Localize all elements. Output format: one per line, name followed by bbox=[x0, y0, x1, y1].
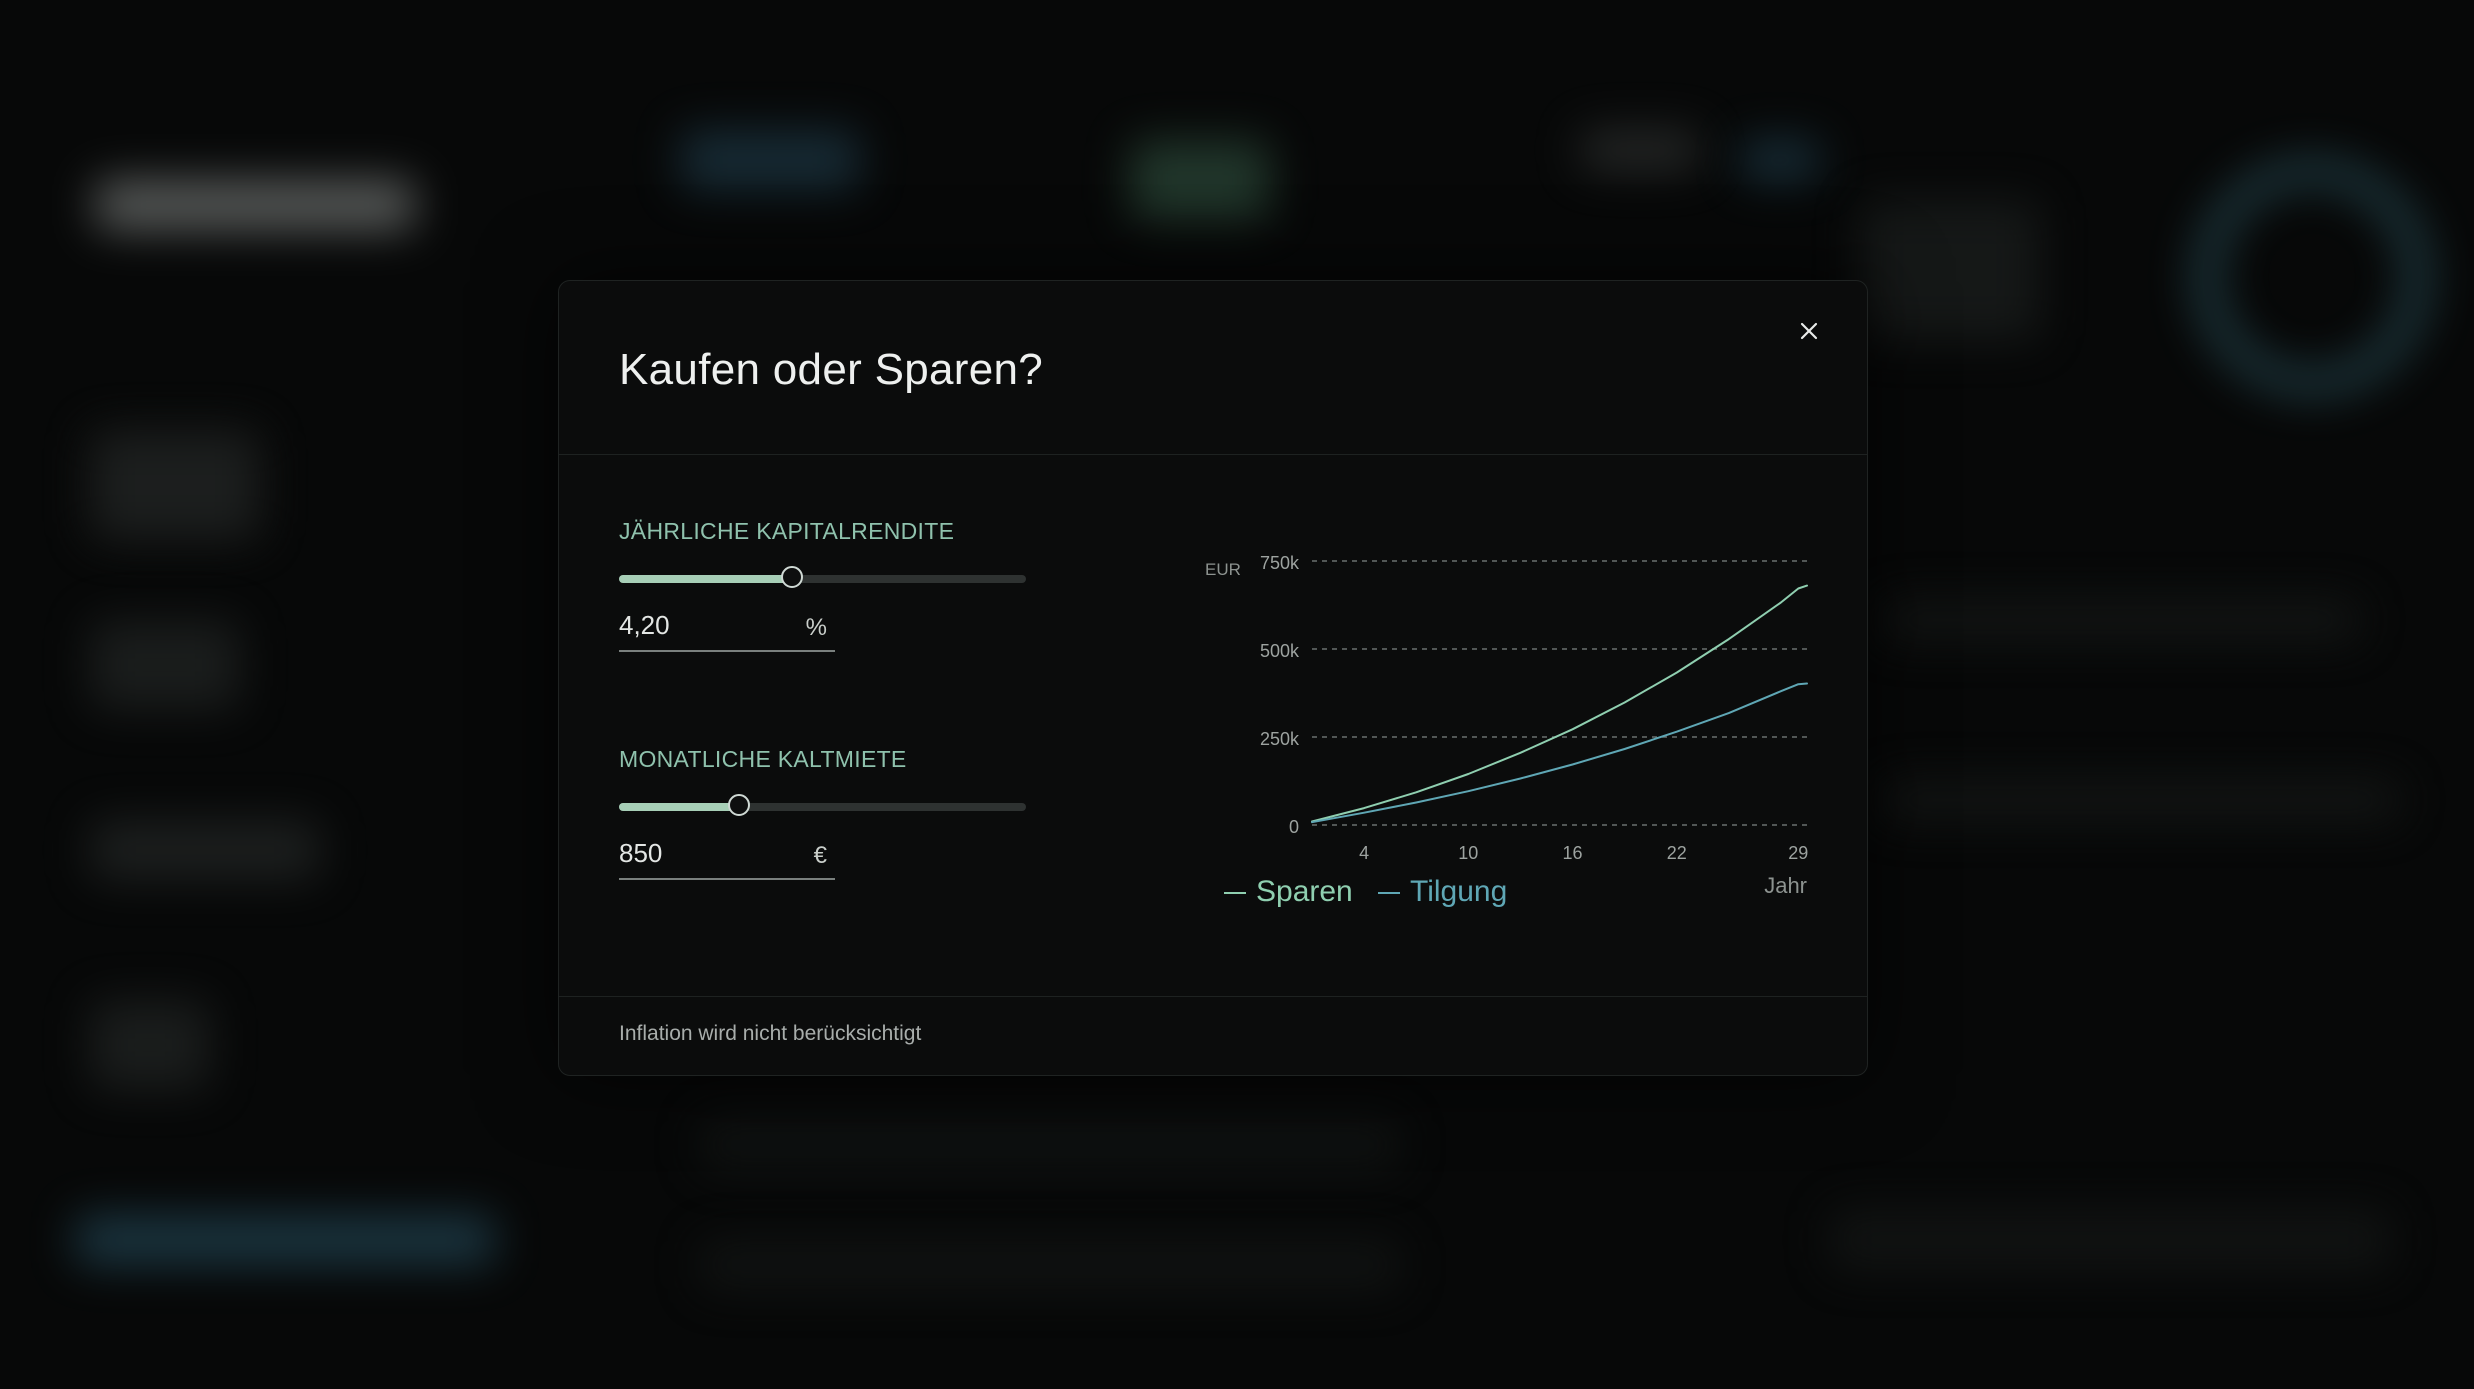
background-card bbox=[680, 130, 860, 190]
background-row bbox=[700, 1240, 1400, 1290]
x-tick-label: 22 bbox=[1667, 843, 1687, 863]
buy-or-save-dialog: Kaufen oder Sparen? JÄHRLICHE KAPITALREN… bbox=[558, 280, 1868, 1076]
legend-label-sparen: Sparen bbox=[1256, 875, 1353, 908]
x-tick-label: 4 bbox=[1359, 843, 1369, 863]
background-card bbox=[1740, 140, 1820, 180]
savings-chart: 0 250k 500k 750k EUR 4 10 16 22 29 Jahr Sparen Tilgu… bbox=[1205, 553, 1808, 908]
background-card bbox=[1130, 140, 1270, 220]
x-tick-label: 10 bbox=[1458, 843, 1478, 863]
inflation-note: Inflation wird nicht berücksichtigt bbox=[619, 1022, 922, 1045]
series-line-sparen bbox=[1311, 584, 1808, 823]
background-sidebar-item bbox=[90, 820, 320, 880]
y-unit-label: EUR bbox=[1205, 560, 1241, 579]
legend-label-tilgung: Tilgung bbox=[1410, 875, 1507, 908]
background-sidebar-item bbox=[90, 620, 240, 710]
y-tick-label: 250k bbox=[1260, 729, 1300, 749]
x-tick-label: 29 bbox=[1788, 843, 1808, 863]
background-card bbox=[1580, 130, 1700, 170]
background-row bbox=[1880, 780, 2400, 820]
y-tick-label: 0 bbox=[1289, 817, 1299, 837]
background-donut bbox=[2195, 160, 2429, 394]
y-tick-label: 500k bbox=[1260, 641, 1300, 661]
background-row bbox=[1830, 1210, 2390, 1270]
y-tick-label: 750k bbox=[1260, 553, 1300, 573]
background-card bbox=[1860, 200, 2040, 340]
x-axis-label: Jahr bbox=[1764, 873, 1807, 898]
background-row bbox=[1880, 600, 2360, 640]
background-sidebar-item bbox=[90, 1000, 210, 1090]
x-tick-label: 16 bbox=[1563, 843, 1583, 863]
background-row bbox=[700, 1120, 1400, 1170]
background-sidebar-button bbox=[75, 1215, 495, 1265]
background-logo bbox=[95, 180, 415, 230]
dialog-footer: Inflation wird nicht berücksichtigt bbox=[559, 996, 1867, 1075]
background-sidebar-item bbox=[90, 430, 260, 540]
